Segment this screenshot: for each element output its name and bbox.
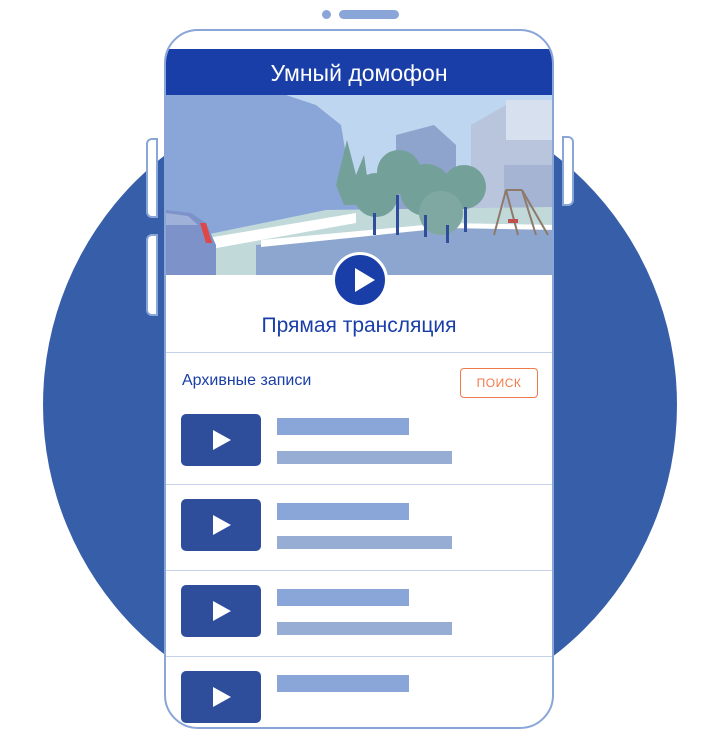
title-placeholder (277, 503, 409, 520)
divider (166, 352, 552, 353)
live-play-button[interactable] (332, 252, 388, 308)
phone-frame: Умный домофон Прямая трансляция Архивные… (164, 29, 554, 729)
side-button-left-top (146, 138, 158, 218)
app-header: Умный домофон (166, 49, 552, 95)
search-button[interactable]: ПОИСК (460, 368, 538, 398)
title-placeholder (277, 589, 409, 606)
archive-item[interactable] (166, 571, 552, 657)
subtitle-placeholder (277, 622, 452, 635)
subtitle-placeholder (277, 451, 452, 464)
play-icon[interactable] (181, 585, 261, 637)
archive-heading: Архивные записи (182, 372, 312, 389)
subtitle-placeholder (277, 536, 452, 549)
title-placeholder (277, 418, 409, 435)
camera-dot (322, 10, 331, 19)
archive-item[interactable] (166, 400, 552, 486)
app-title: Умный домофон (270, 60, 448, 86)
speaker-grille (339, 10, 399, 19)
play-icon[interactable] (181, 671, 261, 723)
archive-item[interactable] (166, 485, 552, 571)
street-scene-illustration (166, 95, 552, 275)
title-placeholder (277, 675, 409, 692)
archive-item[interactable] (166, 657, 552, 727)
side-button-left-bottom (146, 234, 158, 316)
play-icon[interactable] (181, 414, 261, 466)
side-button-right (562, 136, 574, 206)
live-stream-title: Прямая трансляция (261, 314, 457, 337)
live-video-preview[interactable] (166, 95, 552, 275)
play-icon[interactable] (181, 499, 261, 551)
